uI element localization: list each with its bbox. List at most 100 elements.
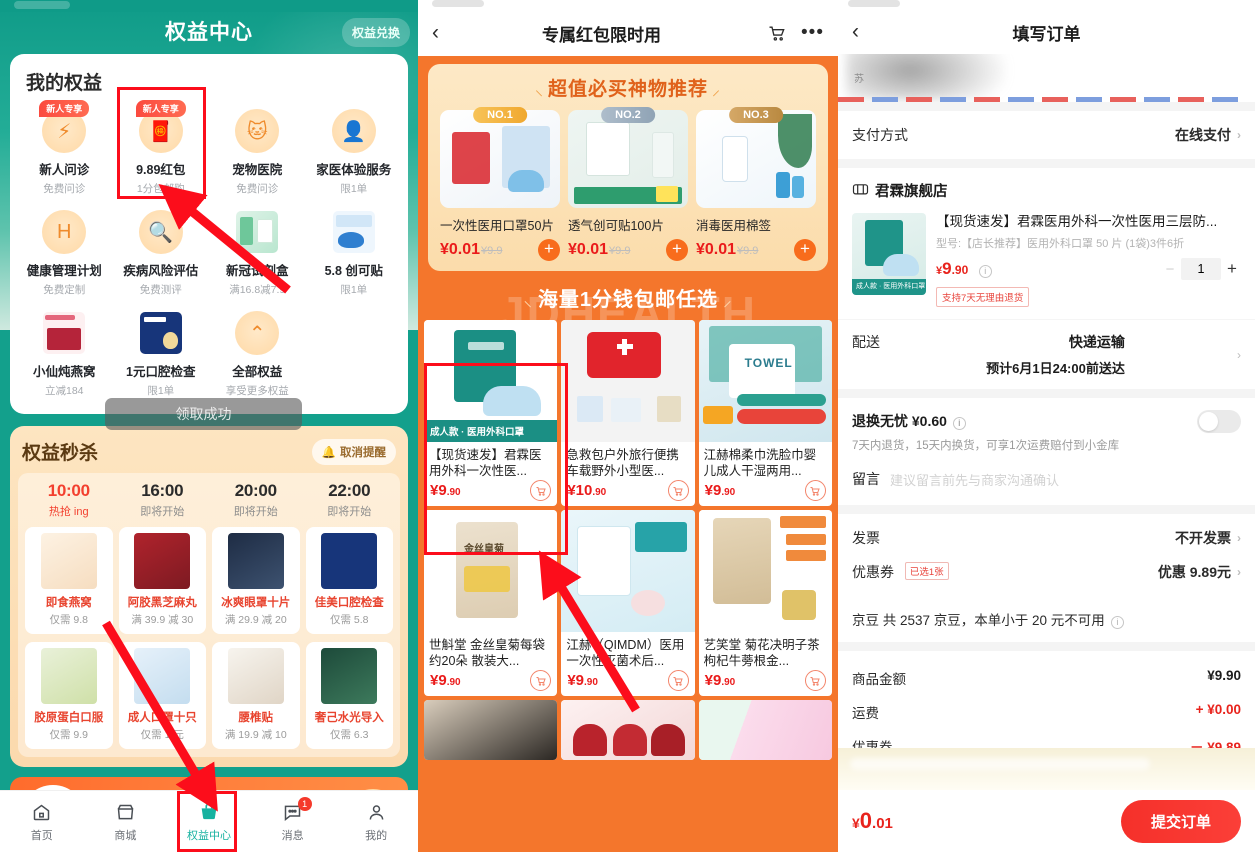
mass-product-7-partial[interactable] (559, 700, 696, 764)
recommend-item-2[interactable]: NO.3 消毒医用棉签 ¥0.01¥9.9 + (692, 107, 820, 261)
flash-tab-1[interactable]: 16:00 即将开始 (116, 481, 210, 519)
mass-product-2[interactable]: TOWEL 江赫棉柔巾洗脸巾婴儿成人干湿两用... ¥9.90 (697, 320, 834, 510)
mass-product-5[interactable]: 艺笑堂 菊花决明子茶 枸杞牛蒡根金... ¥9.90 (697, 510, 834, 700)
cart-icon[interactable] (667, 480, 689, 501)
flash-tab-3[interactable]: 22:00 即将开始 (303, 481, 397, 519)
benefit-name: 9.89红包 (136, 163, 186, 177)
back-button[interactable]: ‹ (432, 21, 439, 45)
product-price: ¥10.90 (567, 482, 607, 499)
back-button[interactable]: ‹ (852, 20, 878, 44)
add-to-cart-button[interactable]: + (537, 239, 560, 261)
search-bar-sliver[interactable] (432, 0, 484, 7)
payment-method-row[interactable]: 支付方式 在线支付 › (838, 111, 1255, 159)
cart-icon[interactable] (804, 480, 826, 501)
mass-product-4[interactable]: 江赫（QIMDM）医用一次性灭菌术后... ¥9.90 (559, 510, 696, 700)
flash-tab-state: 即将开始 (140, 506, 185, 518)
invoice-row[interactable]: 发票 不开发票 › (838, 514, 1255, 562)
benefit-item-7[interactable]: 5.8 创可贴 限1单 (306, 202, 403, 303)
panel2-scroll-area[interactable]: JDHEALTH ⸜ 超值必买神物推荐 ⸝ NO.1 一次性医用口罩50片 ¥0… (418, 56, 838, 852)
mass-product-1[interactable]: 急救包户外旅行便携车载野外小型医... ¥10.90 (559, 320, 696, 510)
chevron-right-icon: › (1237, 347, 1241, 362)
product-promo: 仅需 9.8 (49, 614, 88, 626)
nav-item-benefits-center[interactable]: 权益中心 (167, 800, 251, 843)
benefit-item-10[interactable]: ⌃ 全部权益 享受更多权益 (209, 303, 306, 404)
mass-product-6-partial[interactable] (422, 700, 559, 764)
quantity-value[interactable]: 1 (1181, 258, 1221, 280)
mass-product-8-partial[interactable] (697, 700, 834, 764)
nav-item-store[interactable]: 商城 (84, 800, 168, 843)
jd-health-618-banner[interactable]: 京东健康618 乐享健康 预售种草 (10, 777, 408, 790)
cart-icon[interactable] (530, 670, 552, 691)
mass-product-3[interactable]: 金丝皇菊 世斛堂 金丝皇菊每袋约20朵 散装大... ¥9.90 (422, 510, 559, 700)
insurance-row[interactable]: 退换无忧 ¥0.60 i 7天内退货，15天内换货，可享1次运费赔付到小金库 (838, 398, 1255, 465)
address-blur-overlay (846, 54, 1006, 100)
search-bar-sliver[interactable] (848, 0, 900, 7)
coupon-row[interactable]: 优惠券 已选1张 优惠 9.89元 › (838, 562, 1255, 596)
benefit-item-9[interactable]: 1元口腔检查 限1单 (113, 303, 210, 404)
info-icon[interactable]: i (1110, 616, 1124, 629)
decrease-quantity-button[interactable]: − (1161, 261, 1179, 278)
flash-tab-2[interactable]: 20:00 即将开始 (209, 481, 303, 519)
shop-row[interactable]: 君霖旗舰店 (838, 168, 1255, 205)
product-price: ¥9.90 (430, 482, 461, 499)
cart-icon[interactable] (530, 480, 552, 501)
panel-benefits-center: 权益中心 权益兑换 我的权益 新人专享 ⚡ 新人问诊 免费问诊 新人专享 🧧 9… (0, 0, 418, 852)
flash-product-4[interactable]: 胶原蛋白口服 仅需 9.9 (22, 642, 116, 749)
order-product-row[interactable]: 成人款 · 医用外科口罩 【现货速发】君霖医用外科一次性医用三层防... 型号:… (838, 205, 1255, 319)
benefit-item-8[interactable]: 小仙炖燕窝 立减184 (16, 303, 113, 404)
flash-product-7[interactable]: 奢己水光导入 仅需 6.3 (303, 642, 397, 749)
search-bar-sliver[interactable] (14, 1, 70, 9)
benefit-tag: 新人专享 (39, 100, 90, 117)
quantity-stepper[interactable]: − 1 + (1161, 258, 1241, 280)
submit-order-button[interactable]: 提交订单 (1120, 799, 1241, 843)
add-to-cart-button[interactable]: + (793, 239, 816, 261)
recommend-item-1[interactable]: NO.2 透气创可贴100片 ¥0.01¥9.9 + (564, 107, 692, 261)
benefit-item-2[interactable]: 🐱 宠物医院 免费问诊 (209, 101, 306, 202)
benefits-grid: 新人专享 ⚡ 新人问诊 免费问诊 新人专享 🧧 9.89红包 1分包邮购 🐱 宠… (16, 100, 403, 404)
cart-icon[interactable] (764, 23, 790, 43)
nav-item-messages[interactable]: 1 消息 (251, 797, 335, 843)
benefit-item-3[interactable]: 👤 家医体验服务 限1单 (306, 101, 403, 202)
flash-product-2[interactable]: 冰爽眼罩十片 满 29.9 减 20 (209, 527, 303, 634)
flash-product-5[interactable]: 成人口罩十只 仅需 1 元 (116, 642, 210, 749)
summary-label: 商品金额 (852, 672, 906, 687)
benefit-item-6[interactable]: 新冠试剂盒 满16.8减7.9 (209, 202, 306, 303)
info-icon[interactable]: i (952, 417, 966, 430)
message-row[interactable]: 留言 建议留言前先与商家沟通确认 (838, 465, 1255, 505)
benefit-sub: 立减184 (44, 385, 84, 397)
flash-tab-time: 10:00 (47, 481, 90, 500)
benefit-name: 健康管理计划 (26, 264, 102, 278)
delivery-row[interactable]: 配送 快递运输 预计6月1日24:00前送达 › (838, 319, 1255, 389)
recommend-row: NO.1 一次性医用口罩50片 ¥0.01¥9.9 + NO.2 透气创可贴10… (436, 107, 820, 261)
benefit-item-5[interactable]: 🔍 疾病风险评估 免费测评 (113, 202, 210, 303)
add-to-cart-button[interactable]: + (665, 239, 688, 261)
info-icon[interactable]: i (978, 265, 992, 278)
cart-icon[interactable] (804, 670, 826, 691)
insurance-toggle[interactable] (1197, 410, 1241, 433)
cancel-reminder-button[interactable]: 🔔 取消提醒 (311, 438, 396, 465)
increase-quantity-button[interactable]: + (1223, 259, 1241, 279)
flash-product-0[interactable]: 即食燕窝 仅需 9.8 (22, 527, 116, 634)
mass-product-0[interactable]: 成人款 · 医用外科口罩 【现货速发】君霖医用外科一次性医... ¥9.90 (422, 320, 559, 510)
coupon-value: 优惠 9.89元 (1157, 564, 1231, 580)
nav-item-profile[interactable]: 我的 (334, 800, 418, 843)
address-section-blurred[interactable]: 苏 (838, 54, 1255, 102)
wing-left-icon: ⸜ (534, 82, 544, 99)
benefit-sub: 满16.8减7.9 (229, 284, 286, 296)
flash-product-3[interactable]: 佳美口腔检查 仅需 5.8 (303, 527, 397, 634)
benefit-item-4[interactable]: H 健康管理计划 免费定制 (16, 202, 113, 303)
recommend-item-0[interactable]: NO.1 一次性医用口罩50片 ¥0.01¥9.9 + (436, 107, 564, 261)
flash-tab-0[interactable]: 10:00 热抢 ing (22, 481, 116, 519)
benefit-item-1[interactable]: 新人专享 🧧 9.89红包 1分包邮购 (113, 100, 210, 202)
beans-row[interactable]: 京豆 共 2537 京豆，本单小于 20 元不可用 i (838, 596, 1255, 642)
cart-icon[interactable] (667, 670, 689, 691)
more-options-button[interactable]: ••• (790, 22, 824, 44)
benefit-item-0[interactable]: 新人专享 ⚡ 新人问诊 免费问诊 (16, 100, 113, 202)
flash-product-1[interactable]: 阿胶黑芝麻丸 满 39.9 减 30 (116, 527, 210, 634)
panel2-status-strip (418, 0, 838, 10)
redeem-benefits-button[interactable]: 权益兑换 (341, 18, 410, 47)
flash-product-6[interactable]: 腰椎贴 满 19.9 减 10 (209, 642, 303, 749)
message-input[interactable]: 建议留言前先与商家沟通确认 (890, 470, 1059, 489)
product-promo: 仅需 9.9 (49, 729, 88, 741)
nav-item-home[interactable]: 首页 (0, 800, 84, 843)
